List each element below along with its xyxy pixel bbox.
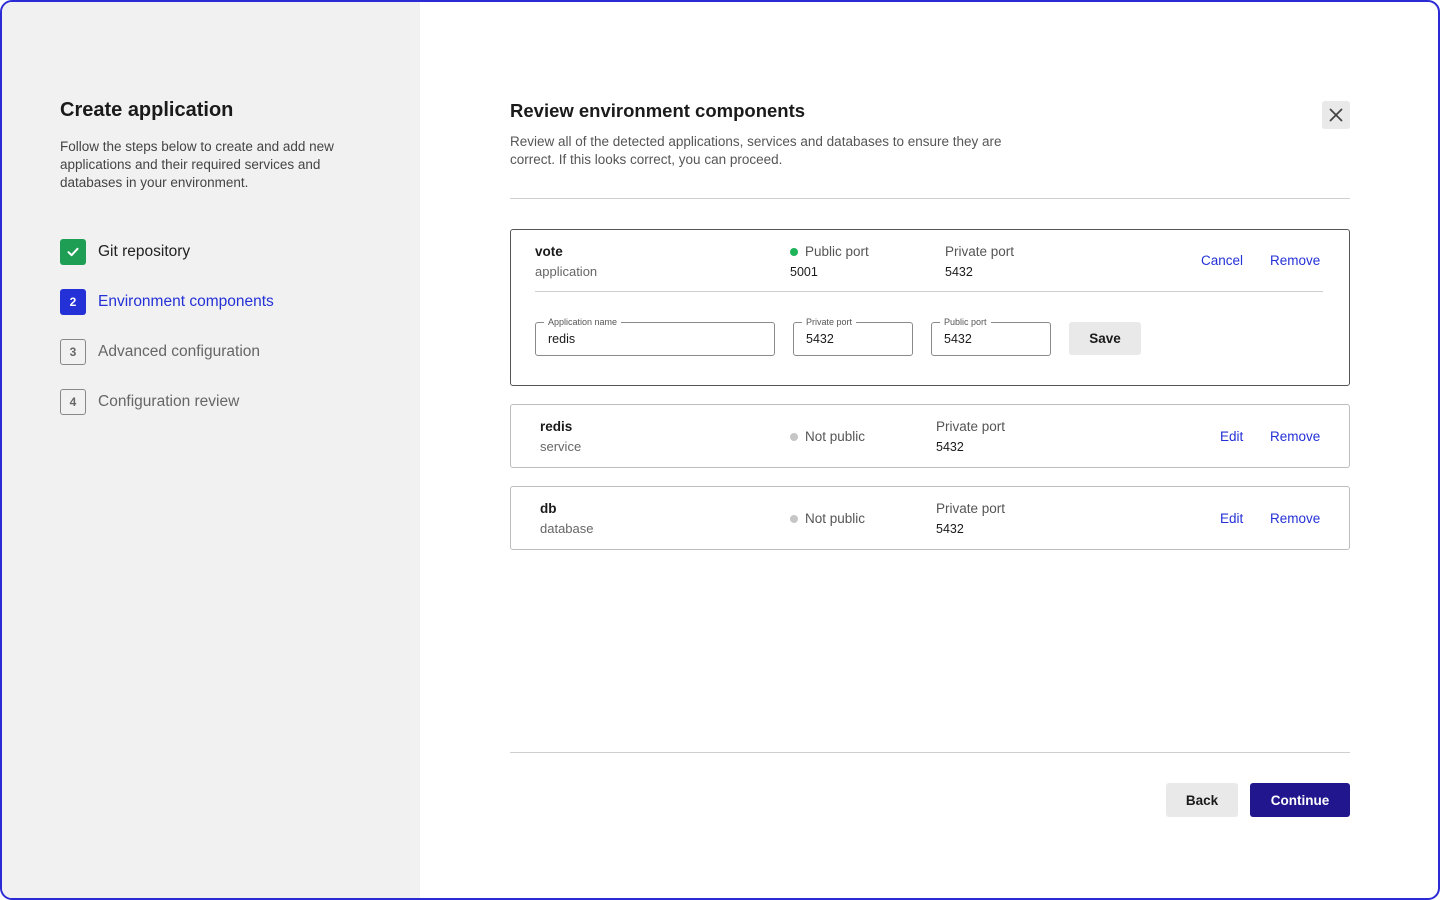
public-port-value: 5001 [790,265,818,279]
private-port-label: Private port [945,244,1015,259]
edit-button[interactable]: Edit [1220,429,1243,444]
component-name: db [540,501,557,516]
step-git-repository[interactable]: Git repository [60,239,190,265]
save-button[interactable]: Save [1069,322,1141,355]
step-configuration-review[interactable]: 4 Configuration review [60,389,239,415]
private-port-label: Private port [936,501,1006,516]
cancel-button[interactable]: Cancel [1201,253,1243,268]
private-port-label: Private port [936,419,1006,434]
sidebar-title: Create application [60,99,234,121]
component-name: redis [540,419,573,434]
step-number: 3 [60,339,86,365]
check-icon [60,239,86,265]
close-button[interactable] [1322,101,1350,129]
private-port-value: 5432 [936,440,964,454]
field-label: Public port [940,316,991,328]
step-label: Environment components [98,293,274,310]
field-label: Application name [544,316,622,328]
remove-button[interactable]: Remove [1270,511,1320,526]
back-button[interactable]: Back [1166,783,1238,817]
step-number: 4 [60,389,86,415]
public-port-field[interactable]: Public port 5432 [931,316,1051,356]
component-card-redis: redis service Not public Private port 54… [510,404,1350,468]
step-label: Configuration review [98,393,240,410]
component-card-vote: vote application Public port 5001 Privat… [510,229,1350,386]
footer-divider [510,752,1350,753]
field-value: 5432 [806,332,834,346]
sidebar-description: Follow the steps below to create and add… [60,139,334,190]
step-label: Git repository [98,243,191,260]
field-value: 5432 [944,332,972,346]
component-type: service [540,439,582,454]
public-status-label: Not public [790,429,865,444]
component-type: database [540,521,594,536]
close-icon [1329,108,1343,122]
public-status-label: Not public [790,511,865,526]
component-type: application [535,264,598,279]
field-label: Private port [802,316,857,328]
remove-button[interactable]: Remove [1270,429,1320,444]
step-environment-components[interactable]: 2 Environment components [60,289,274,315]
remove-button[interactable]: Remove [1270,253,1320,268]
private-port-field[interactable]: Private port 5432 [793,316,913,356]
field-value: redis [548,332,576,346]
edit-button[interactable]: Edit [1220,511,1243,526]
status-dot-icon [790,432,798,441]
step-label: Advanced configuration [98,343,261,360]
page-description: Review all of the detected applications,… [510,134,1002,167]
private-port-value: 5432 [936,522,964,536]
status-dot-icon [790,247,798,256]
window-frame: Create application Follow the steps belo… [0,0,1440,900]
application-name-field[interactable]: Application name redis [535,316,775,356]
step-number: 2 [60,289,86,315]
public-port-label: Public port [790,244,869,259]
card-divider [535,291,1323,292]
status-dot-icon [790,514,798,523]
component-name: vote [535,244,563,259]
step-advanced-configuration[interactable]: 3 Advanced configuration [60,339,260,365]
component-card-db: db database Not public Private port 5432… [510,486,1350,550]
private-port-value: 5432 [945,265,973,279]
sidebar: Create application Follow the steps belo… [2,2,420,898]
continue-button[interactable]: Continue [1250,783,1350,817]
header-divider [510,198,1350,199]
page-title: Review environment components [510,100,806,121]
